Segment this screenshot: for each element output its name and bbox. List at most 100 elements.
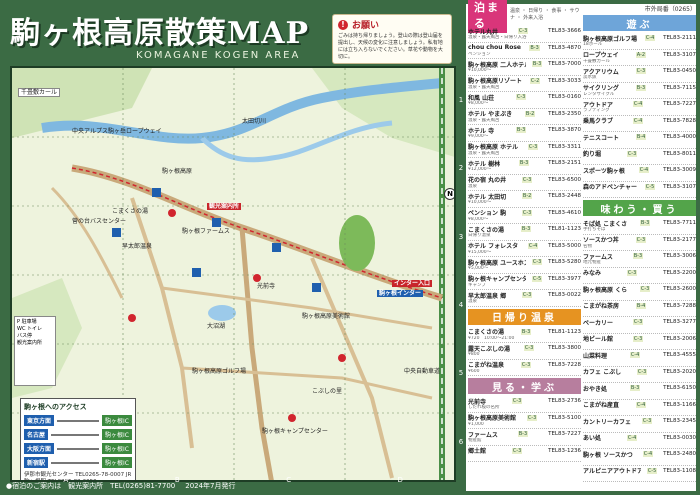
entry-grid-code: C-5: [646, 467, 658, 474]
entry-description: [583, 343, 696, 349]
entry-grid-code: C-3: [526, 414, 538, 421]
entry-description: 温泉・露天風呂・日帰り入浴: [468, 35, 527, 40]
entry-description: 温泉・露天風呂: [468, 117, 500, 123]
entry-grid-code: C-3: [517, 28, 529, 34]
entry-description: [583, 310, 696, 316]
entry-grid-code: C-3: [531, 259, 543, 265]
directory-entry: テニスコート B-4 TEL83-4000: [583, 132, 696, 149]
entry-name: 花の宿 丸の井: [468, 177, 507, 184]
entry-grid-code: C-4: [635, 401, 647, 408]
grid-col-label: D: [397, 476, 403, 484]
map-label: 駒ヶ根キャンプセンター: [262, 428, 328, 435]
entry-description: 温泉: [468, 299, 477, 304]
entry-description: 手打ちそば: [583, 227, 606, 232]
entry-description: 18ホール: [583, 42, 603, 47]
entry-row: ソースかつ丼 C-3 TEL83-2177: [583, 236, 696, 244]
directory-entry: 駒ヶ根 ソースかつ C-4 TEL83-2480: [583, 449, 696, 466]
route-line: [57, 447, 100, 450]
entry-phone: TEL83-7228: [548, 361, 581, 368]
entry-description: 千畳敷カール: [583, 58, 610, 64]
entry-row: chou chou Rose B-3 TEL83-4870: [468, 44, 581, 52]
legend-item: バス停: [17, 333, 33, 339]
directory-entry: 駒ヶ根高原美術館 C-3 TEL83-5100 ¥1,000: [468, 413, 581, 429]
entry-phone: TEL83-0160: [548, 94, 581, 100]
pond: [208, 305, 236, 321]
entry-description: ¥5,000〜: [468, 266, 489, 271]
directory-entry: 駒ヶ根高原リゾート C-2 TEL83-3033 温泉・露天風呂: [468, 76, 581, 92]
entry-description: [583, 141, 696, 147]
entry-description: [583, 359, 696, 365]
map-sheet: 駒ヶ根高原散策MAP KOMAGANE KOGEN AREA ! お願い ごみは…: [6, 6, 463, 489]
entry-description: [468, 455, 581, 461]
entry-grid-code: C-5: [531, 275, 543, 282]
directory-entry: 花の宿 丸の井 C-3 TEL83-6500 温泉: [468, 175, 581, 191]
entry-grid-code: B-3: [629, 385, 641, 391]
entry-grid-code: C-4: [632, 117, 644, 124]
directory-entry: こまくさの湯 B-3 TEL81-1123 日帰り温泉: [468, 224, 581, 241]
entry-row: ロープウェイ A-2 TEL83-3107: [583, 51, 696, 59]
eat-list: そば処 こまくさ B-3 TEL83-7711 手打ちそば ソースかつ丼 C-3 TEL83…: [583, 218, 696, 482]
directory-entry: アルピニアアウトドア C-5 TEL83-1108: [583, 466, 696, 482]
entry-description: [583, 458, 696, 464]
entry-description: ¥15,000〜: [468, 249, 492, 255]
footer-issued: 2024年7月発行: [185, 482, 236, 490]
entry-name: アルピニアアウトドア: [583, 468, 641, 475]
entry-name: ベーカリー: [583, 319, 614, 327]
map-label: 菅の台バスセンター: [72, 218, 127, 225]
entry-row: アクアリウム C-3 TEL83-0450: [583, 67, 696, 76]
entry-grid-code: B-3: [632, 253, 644, 259]
route-line: [51, 433, 100, 436]
map-label: 中央アルプス駒ヶ岳ロープウェイ: [72, 128, 162, 135]
entry-description: ¥9,000〜: [468, 134, 489, 139]
entry-row: ホテル丸井 C-3 TEL83-3666: [468, 27, 581, 36]
entry-grid-code: C-3: [523, 345, 535, 351]
directory-entry: 露天こぶしの湯 C-3 TEL83-3800 ¥800: [468, 343, 581, 360]
entry-grid-code: C-4: [638, 167, 650, 173]
directory-entry: あい処 C-4 TEL83-0030: [583, 433, 696, 449]
entry-name: ホテル やまぶき: [468, 111, 513, 118]
entry-name: みなみ: [583, 270, 602, 277]
entry-phone: TEL83-2111: [663, 35, 696, 41]
entry-grid-code: C-4: [632, 101, 644, 107]
map-label: 中央自動車道: [404, 368, 441, 375]
entry-row: 乗馬クラブ C-4 TEL83-7828: [583, 117, 696, 125]
directory-entry: 釣り堀 C-3 TEL83-8011: [583, 149, 696, 165]
entry-phone: TEL83-2200: [663, 269, 696, 276]
entry-name: 駒ヶ根キャンプセンター: [468, 276, 526, 283]
entry-phone: TEL83-3277: [663, 319, 696, 325]
entry-row: 花の宿 丸の井 C-3 TEL83-6500: [468, 176, 581, 184]
entry-name: chou chou Rose: [468, 44, 522, 51]
section-title-play: 遊ぶ: [583, 15, 696, 31]
entry-row: ペンション 駒 C-3 TEL83-4610: [468, 209, 581, 217]
entry-row: 駒ヶ根高原 二人ホテル B-3 TEL83-7000: [468, 60, 581, 69]
directory-entry: ホテル フォレスタ C-4 TEL83-5000 ¥15,000〜: [468, 241, 581, 257]
entry-phone: TEL83-6500: [548, 176, 581, 183]
entry-phone: TEL83-5000: [548, 242, 581, 249]
entry-grid-code: B-3: [529, 44, 540, 51]
entry-row: ホテル やまぶき B-2 TEL83-2350: [468, 110, 581, 118]
area-map[interactable]: 千畳敷カール 駒ヶ根高原 こまくさの湯 観光案内所 菅の台バスセンター 早太郎温…: [10, 66, 456, 482]
entry-row: ベーカリー C-3 TEL83-3277: [583, 318, 696, 327]
map-label: 早太郎温泉: [122, 243, 153, 250]
entry-name: 地ビール館: [583, 336, 614, 343]
directory-entry: ホテル やまぶき B-2 TEL83-2350 温泉・露天風呂: [468, 109, 581, 125]
entry-name: カントリーカフェ: [583, 418, 632, 426]
route-destination: 駒ヶ根IC: [102, 457, 132, 468]
map-label: 光前寺: [257, 283, 276, 290]
legend-item: 観光案内所: [17, 340, 43, 346]
directory-entry: カントリーカフェ C-3 TEL83-2345: [583, 416, 696, 433]
entry-row: こまがね温泉 C-3 TEL83-7228: [468, 361, 581, 369]
directory-entry: ホテル 太田切 B-2 TEL83-2448 ¥10,000〜: [468, 191, 581, 208]
entry-name: ロープウェイ: [583, 52, 619, 59]
entry-phone: TEL83-1108: [663, 467, 696, 474]
page-subtitle: KOMAGANE KOGEN AREA: [136, 50, 301, 61]
entry-description: ¥10,000〜: [468, 68, 492, 73]
entry-name: サイクリング: [583, 85, 619, 92]
directory-entry: 駒ヶ根高原 ホテル C-3 TEL83-3311 温泉・露天風呂: [468, 142, 581, 158]
entry-row: 郷土館 C-3 TEL83-1236: [468, 447, 581, 455]
directory-entry: おやき処 B-3 TEL83-6150: [583, 383, 696, 400]
directory-entry: 山菜料理 C-4 TEL83-4555: [583, 350, 696, 367]
directory-entry: アウトドア C-4 TEL83-7227 ラフティング: [583, 99, 696, 116]
footer-info: ●宿泊のご案内は 観光案内所 TEL(0265)81-7700: [6, 482, 176, 490]
entry-row: アルピニアアウトドア C-5 TEL83-1108: [583, 467, 696, 475]
